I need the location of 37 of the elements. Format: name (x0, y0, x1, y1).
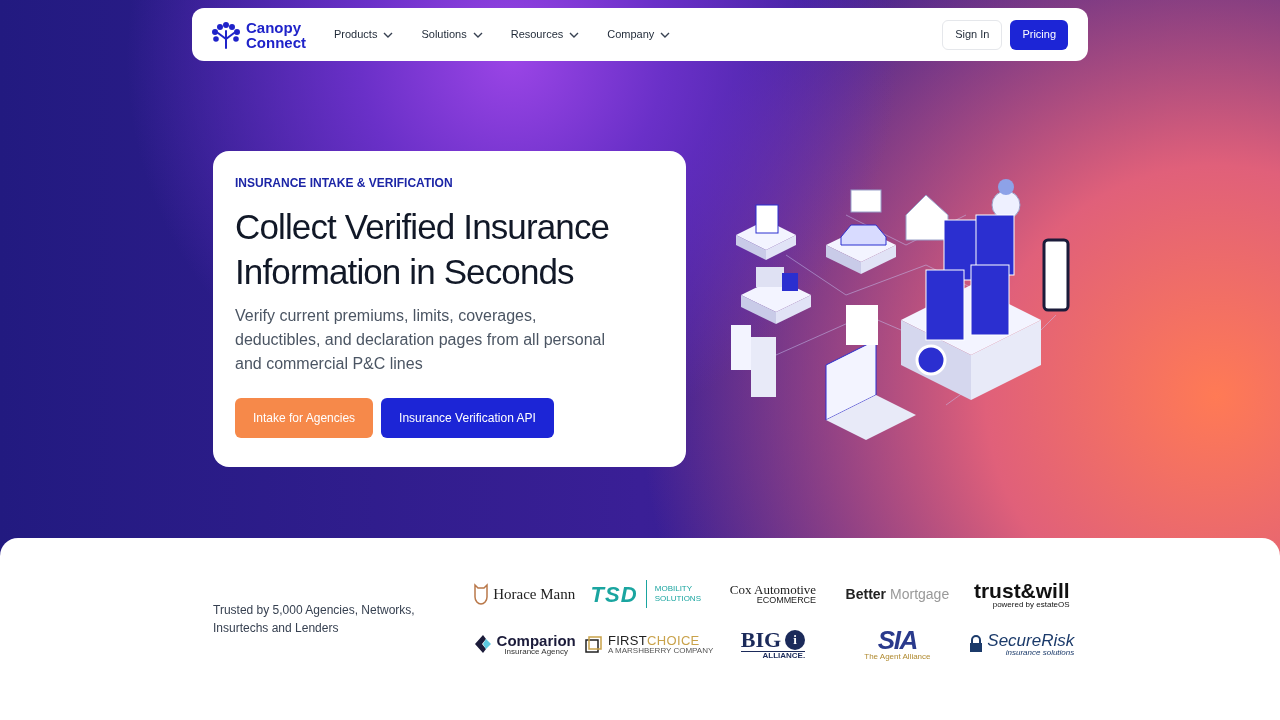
nav-menu-item[interactable]: Company (607, 26, 671, 43)
logo-text: Cox Automotive (729, 583, 817, 596)
trusted-text: Trusted by 5,000 Agencies, Networks, Insurtechs and Lenders (213, 602, 416, 637)
hero-title: Collect Verified Insurance Information in Seconds (235, 206, 611, 293)
tree-logo-icon (212, 20, 240, 49)
logo-text: Horace Mann (493, 584, 576, 604)
logo-subtext: ALLIANCE. (740, 650, 806, 660)
nav-menu-item[interactable]: Solutions (421, 26, 483, 43)
logo-text: SIA (877, 627, 918, 653)
owl-icon (473, 583, 490, 605)
brand-name[interactable]: Connect (246, 34, 306, 50)
logo-text: BIG (740, 628, 782, 651)
logo-subtext: Mortgage (890, 584, 950, 604)
logo-text: TSD (590, 580, 638, 609)
logo-subtext: insurance solutions (1005, 648, 1075, 657)
logo-text: trust&will (973, 579, 1070, 601)
hero-description: Verify current premiums, limits, coverages, deductibles, and declaration pages from all personal and commercial P&C lines (235, 306, 606, 374)
hero-eyebrow: INSURANCE INTAKE & VERIFICATION (235, 175, 454, 192)
logo-subtext: ECOMMERCE (756, 596, 817, 605)
logo-subtext: MOBILITY SOLUTIONS (654, 584, 702, 604)
api-button[interactable]: Insurance Verification API (381, 398, 554, 438)
stacked-squares-icon (583, 634, 604, 654)
comparion-mark-icon (472, 634, 493, 654)
nav-menu-item[interactable]: Resources (510, 26, 580, 43)
logo-subtext: A MARSHBERRY COMPANY (607, 646, 714, 655)
pricing-button[interactable]: Pricing (1010, 19, 1068, 50)
sign-in-button[interactable]: Sign In (942, 19, 1003, 50)
logo-badge: i (785, 629, 806, 650)
logo-text: Better (845, 584, 887, 604)
logo-text: SecureRisk (987, 631, 1075, 649)
nav-menu-item[interactable]: Products (334, 26, 394, 43)
padlock-icon (969, 635, 984, 653)
logo-subtext: powered by estateOS (992, 600, 1070, 609)
logo-subtext: The Agent Alliance (864, 653, 931, 661)
logo-text: FIRSTCHOICE (607, 633, 701, 647)
brand-name[interactable]: Canopy (246, 19, 306, 35)
logo-text: Comparion (496, 632, 576, 648)
